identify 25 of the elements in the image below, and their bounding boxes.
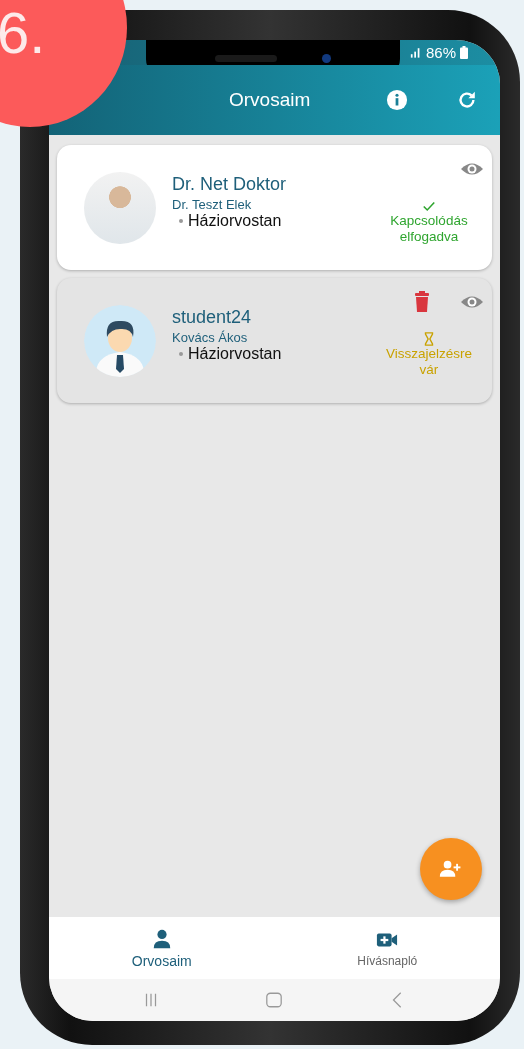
refresh-icon[interactable]: [456, 89, 478, 111]
doctor-name: Kovács Ákos: [172, 329, 249, 345]
add-person-icon: [439, 860, 463, 878]
bullet-icon: [179, 351, 183, 356]
hourglass-icon: [422, 332, 436, 346]
connection-status: Kapcsolódás elfogadva: [389, 213, 469, 245]
add-doctor-button[interactable]: [420, 838, 482, 900]
bullet-icon: [179, 218, 183, 223]
specialty-text: Háziorvostan: [188, 344, 282, 363]
battery-percentage: 86%: [425, 44, 456, 61]
nav-tab[interactable]: Orvosaim: [49, 917, 275, 979]
signal-icon: [409, 47, 422, 58]
info-icon[interactable]: [386, 89, 408, 111]
checkmark-icon: [422, 199, 436, 213]
doctor-name: Dr. Teszt Elek: [172, 196, 253, 212]
doctor-username: student24: [172, 306, 253, 328]
nav-tab[interactable]: Hívásnapló: [274, 917, 500, 979]
connection-status: Visszajelzésre vár: [384, 346, 473, 378]
battery-icon: [460, 46, 468, 59]
home-icon[interactable]: [265, 991, 284, 1009]
doctor-username: Dr. Net Doktor: [172, 173, 288, 195]
doctor-card[interactable]: student24 Kovács Ákos Háziorvostan Visszajelzésre vár: [57, 278, 492, 403]
doctor-card[interactable]: Dr. Net Doktor Dr. Teszt Elek Háziorvostan Kapcsolódás elfogadva: [57, 145, 492, 270]
specialty-text: Háziorvostan: [188, 211, 282, 230]
header-title: Orvosaim: [229, 89, 311, 111]
